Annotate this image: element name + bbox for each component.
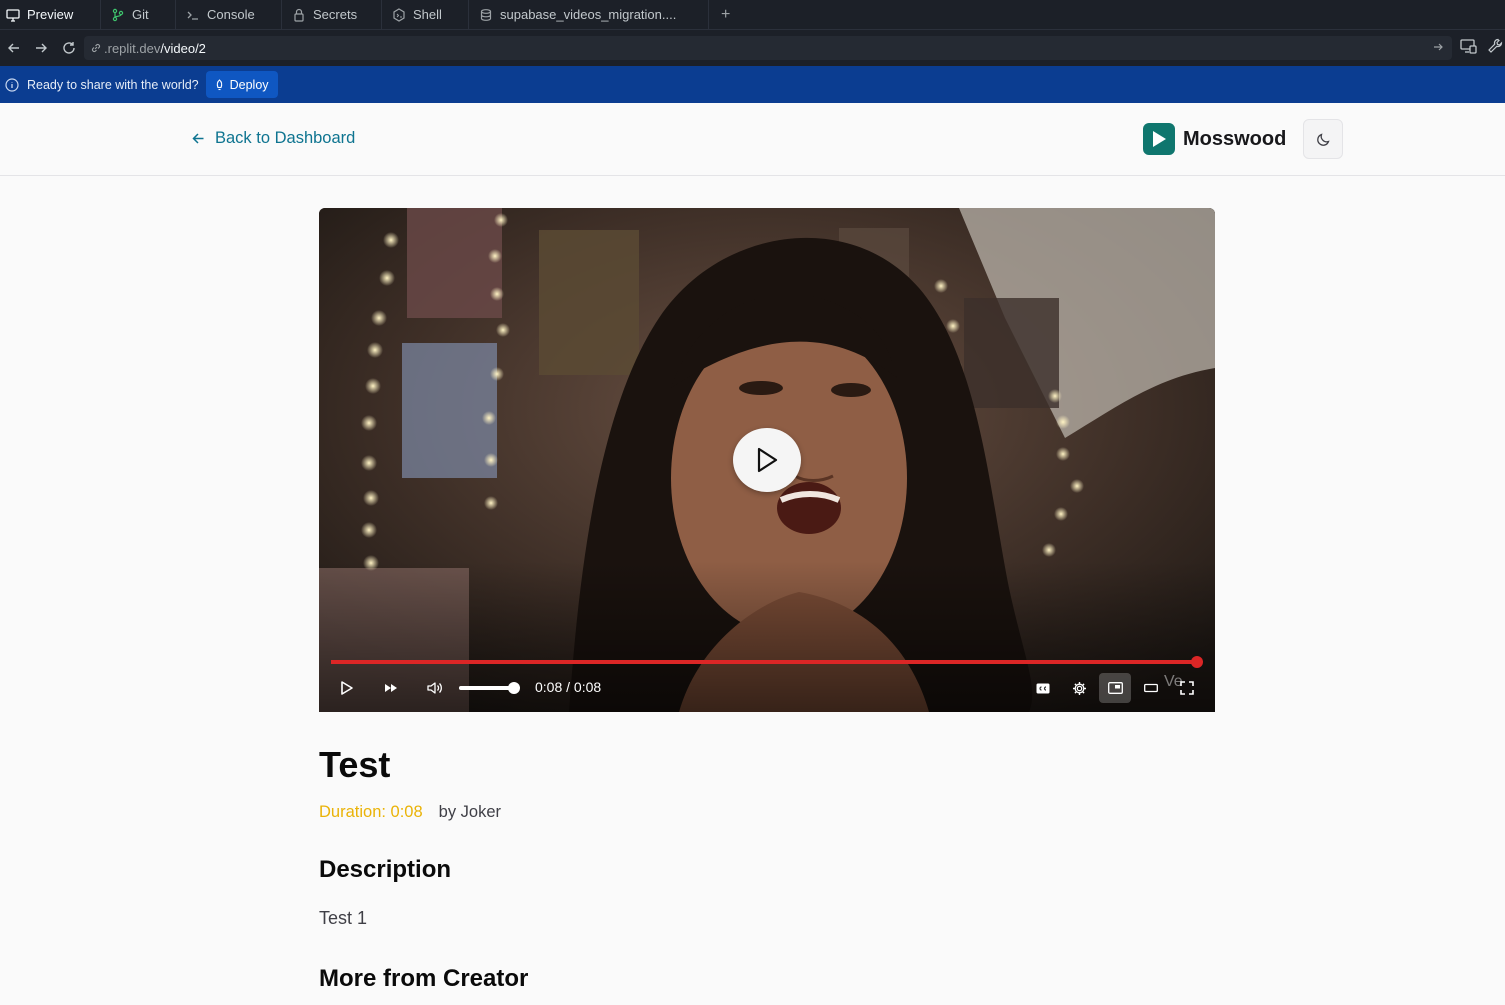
tab-label: Secrets bbox=[313, 7, 358, 22]
play-logo-icon bbox=[1143, 123, 1175, 155]
tab-console[interactable]: Console bbox=[176, 0, 282, 29]
settings-button[interactable] bbox=[1063, 673, 1095, 703]
time-display: 0:08 / 0:08 bbox=[535, 679, 601, 695]
volume-slider[interactable] bbox=[459, 682, 521, 694]
video-player[interactable]: 0:08 / 0:08 Ve bbox=[319, 208, 1215, 712]
video-meta: Duration: 0:08 by Joker bbox=[319, 803, 501, 822]
url-host: .replit.dev bbox=[104, 40, 161, 56]
play-icon bbox=[341, 681, 353, 695]
description-heading: Description bbox=[319, 856, 452, 883]
rocket-icon bbox=[216, 78, 222, 90]
database-icon bbox=[480, 8, 492, 21]
current-time: 0:08 bbox=[535, 679, 563, 695]
fast-forward-icon bbox=[385, 684, 397, 692]
tab-supabase-migration[interactable]: supabase_videos_migration.... bbox=[469, 0, 709, 29]
deploy-button[interactable]: Deploy bbox=[205, 71, 278, 98]
monitor-icon bbox=[6, 8, 20, 22]
link-icon bbox=[91, 43, 101, 53]
volume-icon bbox=[427, 682, 442, 694]
arrow-right-icon bbox=[36, 43, 47, 53]
lock-icon bbox=[294, 8, 304, 22]
description-text: Test 1 bbox=[319, 908, 368, 928]
theater-mode-icon bbox=[1144, 683, 1158, 693]
reload-button[interactable] bbox=[55, 34, 83, 62]
progress-bar[interactable] bbox=[331, 656, 1203, 668]
play-button[interactable] bbox=[331, 673, 363, 703]
moon-icon bbox=[1316, 132, 1330, 146]
fullscreen-icon bbox=[1180, 681, 1194, 695]
preview-address-row: .replit.dev/video/2 bbox=[0, 30, 1505, 66]
deploy-label: Deploy bbox=[229, 77, 269, 92]
back-to-dashboard-link[interactable]: Back to Dashboard bbox=[191, 129, 355, 148]
picture-in-picture-icon bbox=[1107, 682, 1123, 694]
volume-button[interactable] bbox=[419, 673, 451, 703]
volume-fill bbox=[459, 686, 515, 690]
captions-button[interactable] bbox=[1027, 673, 1059, 703]
brand[interactable]: Mosswood bbox=[1143, 123, 1286, 155]
total-time: 0:08 bbox=[573, 679, 602, 695]
ide-tab-bar: Preview Git Console Secrets Shell supaba… bbox=[0, 0, 1505, 30]
fast-forward-button[interactable] bbox=[375, 673, 407, 703]
devtools-icon[interactable] bbox=[1460, 38, 1477, 55]
back-nav-button[interactable] bbox=[0, 34, 28, 62]
tab-secrets[interactable]: Secrets bbox=[282, 0, 382, 29]
time-separator: / bbox=[562, 679, 574, 695]
arrow-left-icon bbox=[192, 133, 204, 144]
player-controls: 0:08 / 0:08 Ve bbox=[319, 673, 1215, 703]
deploy-banner: Ready to share with the world? Deploy bbox=[0, 66, 1505, 103]
refresh-icon bbox=[63, 42, 75, 54]
shell-icon bbox=[393, 7, 405, 22]
progress-knob[interactable] bbox=[1191, 656, 1203, 668]
back-label: Back to Dashboard bbox=[215, 129, 356, 147]
tab-shell[interactable]: Shell bbox=[382, 0, 469, 29]
more-from-creator-heading: More from Creator bbox=[319, 965, 529, 992]
theme-toggle-button[interactable] bbox=[1303, 119, 1343, 159]
terminal-icon bbox=[187, 11, 198, 20]
brand-name: Mosswood bbox=[1183, 127, 1287, 150]
tab-label: Shell bbox=[413, 7, 442, 22]
pip-button[interactable] bbox=[1099, 673, 1131, 703]
arrow-right-icon[interactable] bbox=[1432, 41, 1444, 53]
new-tab-button[interactable]: + bbox=[709, 0, 742, 29]
play-icon bbox=[757, 447, 778, 473]
video-title: Test bbox=[319, 744, 391, 785]
tab-preview[interactable]: Preview bbox=[0, 0, 101, 29]
tab-label: Console bbox=[207, 7, 255, 22]
git-branch-icon bbox=[112, 8, 124, 21]
theater-mode-button[interactable] bbox=[1135, 673, 1167, 703]
duration-label: Duration: 0:08 bbox=[319, 803, 423, 821]
forward-nav-button[interactable] bbox=[27, 34, 55, 62]
gear-icon bbox=[1072, 681, 1086, 695]
app-header: Back to Dashboard Mosswood bbox=[0, 103, 1505, 176]
tab-label: Preview bbox=[27, 7, 74, 22]
tab-git[interactable]: Git bbox=[101, 0, 176, 29]
url-path: /video/2 bbox=[160, 40, 206, 56]
captions-icon bbox=[1036, 683, 1050, 693]
tab-label: supabase_videos_migration.... bbox=[500, 7, 677, 22]
big-play-button[interactable] bbox=[733, 428, 801, 492]
tab-label: Git bbox=[132, 7, 149, 22]
volume-knob[interactable] bbox=[508, 682, 521, 694]
fullscreen-button[interactable] bbox=[1171, 673, 1203, 703]
url-input[interactable]: .replit.dev/video/2 bbox=[84, 36, 1452, 60]
progress-fill bbox=[331, 660, 1197, 664]
banner-text: Ready to share with the world? bbox=[27, 77, 199, 92]
info-icon bbox=[5, 77, 19, 92]
wrench-icon[interactable] bbox=[1487, 38, 1503, 54]
arrow-left-icon bbox=[8, 43, 19, 53]
author-label: by Joker bbox=[438, 803, 502, 821]
